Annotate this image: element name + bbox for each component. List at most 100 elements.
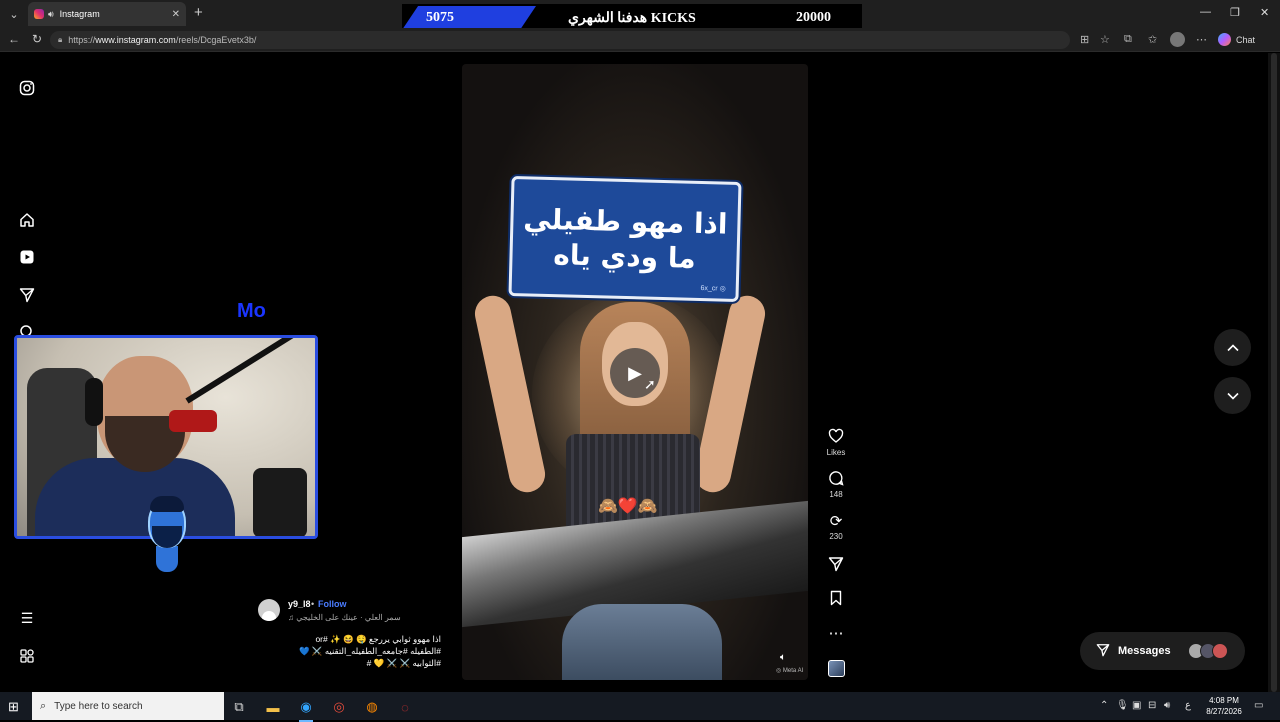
obs-icon[interactable]: ◌ xyxy=(394,696,416,718)
repost-action[interactable]: ⟳ 230 xyxy=(822,512,850,541)
new-tab-button[interactable]: + xyxy=(194,4,203,21)
share-icon[interactable] xyxy=(822,556,850,574)
favorite-star-icon[interactable]: ☆ xyxy=(1100,33,1110,46)
input-language-indicator[interactable]: ع xyxy=(1185,700,1191,711)
url-host: www.instagram.com xyxy=(95,35,176,45)
tab-close-icon[interactable]: ✕ xyxy=(172,9,180,20)
home-icon[interactable] xyxy=(18,211,36,229)
task-view-icon[interactable]: ⧉ xyxy=(228,696,250,718)
comments-count: 148 xyxy=(829,490,843,499)
volume-tray-icon[interactable]: 🔊︎ xyxy=(1164,700,1170,711)
network-icon[interactable]: ⊟ xyxy=(1148,700,1156,711)
window-close-button[interactable]: ✕ xyxy=(1260,6,1269,19)
microphone-icon[interactable]: 🎙︎ xyxy=(1116,700,1129,711)
messages-label: Messages xyxy=(1118,645,1171,657)
edge-icon[interactable]: ◉ xyxy=(295,696,317,722)
page-scrollbar[interactable] xyxy=(1268,53,1280,692)
volume-icon[interactable]: 🔈︎ xyxy=(780,652,786,663)
taskbar-search[interactable]: ⌕ Type here to search xyxy=(32,692,224,720)
reel-sign: اذا مهو طفيلي ما ودي ياه 6x_cr ◎ xyxy=(508,176,742,302)
author-username[interactable]: y9_l8 xyxy=(288,599,311,609)
message-avatar xyxy=(1212,643,1228,659)
tab-actions-icon[interactable]: ⌄ xyxy=(4,4,24,24)
banner-current-count: 5075 xyxy=(426,10,454,25)
mascot-avatar xyxy=(142,496,190,572)
windows-start-icon[interactable]: ⊞ xyxy=(8,699,19,715)
tray-chevron-up-icon[interactable]: ⌃ xyxy=(1100,700,1108,711)
mouse-cursor-icon: ➚ xyxy=(644,376,656,392)
next-reel-button[interactable] xyxy=(1214,377,1251,414)
more-icon[interactable] xyxy=(18,647,36,665)
maximize-button[interactable]: ❐ xyxy=(1230,6,1240,19)
caption-line: #الثوابيه ⚔️ ⚔️ 💛 # xyxy=(366,658,441,668)
audio-track-label[interactable]: سمر العلي · عينك على الخليجي ♫ xyxy=(288,613,401,622)
taskbar-search-placeholder: Type here to search xyxy=(54,700,143,712)
reposts-count: 230 xyxy=(829,532,843,541)
extensions-icon[interactable]: ⧉ xyxy=(1124,33,1132,46)
overlay-mo-text: Mo xyxy=(237,300,266,322)
profile-avatar[interactable] xyxy=(1170,32,1185,47)
menu-icon[interactable]: ☰ xyxy=(18,609,36,627)
lock-icon: 🔒︎ xyxy=(58,35,63,44)
browser-menu-icon[interactable]: ⋯ xyxy=(1196,33,1207,46)
banner-target-count: 20000 xyxy=(796,10,831,25)
reel-video[interactable]: اذا مهو طفيلي ما ودي ياه 6x_cr ◎ 🙈❤️🙈 ▶ … xyxy=(462,64,808,680)
windows-taskbar: ⊞ ⌕ Type here to search ⧉ ▬ ◉ ◎ ◍ ◌ ⌃ 🎙︎… xyxy=(0,692,1280,722)
sign-line-2: ما ودي ياه xyxy=(552,238,697,275)
reels-icon[interactable] xyxy=(18,248,36,266)
repost-icon[interactable]: ⟳ xyxy=(822,512,850,530)
favorites-icon[interactable]: ✩ xyxy=(1148,33,1157,46)
share-action[interactable] xyxy=(822,556,850,574)
refresh-button[interactable]: ↻ xyxy=(32,32,42,46)
bookmark-icon[interactable] xyxy=(822,590,850,608)
more-options-icon[interactable]: ⋯ xyxy=(822,624,850,642)
caption-line: #الطفيله #جامعه_الطفيله_التقنيه ⚔️ 💙 xyxy=(298,646,441,656)
reel-emojis: 🙈❤️🙈 xyxy=(598,498,658,515)
sign-line-1: اذا مهو طفيلي xyxy=(522,202,728,241)
speaker-icon[interactable]: 🔊︎ xyxy=(48,9,54,20)
meta-ai-watermark: ◎ Meta AI xyxy=(776,668,804,674)
clock-date: 8/27/2026 xyxy=(1206,707,1242,716)
minimize-button[interactable]: — xyxy=(1200,6,1211,18)
instagram-icon[interactable] xyxy=(18,79,36,97)
webcam-mic-stand xyxy=(253,468,307,536)
firefox-icon[interactable]: ◍ xyxy=(361,696,383,718)
author-avatar[interactable] xyxy=(258,599,280,621)
file-explorer-icon[interactable]: ▬ xyxy=(262,696,284,718)
send-icon[interactable] xyxy=(18,286,36,304)
comment-icon[interactable] xyxy=(822,470,850,488)
likes-label: Likes xyxy=(826,448,846,457)
chat-label: Chat xyxy=(1236,34,1256,45)
caption-line: اذا مهوو ثوابي يررجع 🤤 😆 ✨ #or xyxy=(315,634,441,644)
chrome-icon[interactable]: ◎ xyxy=(328,696,350,718)
save-action[interactable] xyxy=(822,590,850,608)
heart-icon[interactable] xyxy=(822,428,850,446)
sign-tag: 6x_cr ◎ xyxy=(700,284,726,293)
browser-tab-instagram[interactable]: 🔊︎ Instagram ✕ xyxy=(28,2,186,26)
address-bar[interactable]: 🔒︎ https://www.instagram.com/reels/DcgaE… xyxy=(50,31,1070,49)
mascot-hair xyxy=(150,496,184,512)
reel-jeans xyxy=(562,604,722,680)
comment-action[interactable]: 148 xyxy=(822,470,850,499)
follow-button[interactable]: Follow xyxy=(318,599,347,609)
copilot-chat-button[interactable]: Chat xyxy=(1218,33,1255,46)
chevron-down-icon xyxy=(1226,392,1239,400)
messages-button[interactable]: Messages xyxy=(1080,632,1245,670)
search-icon: ⌕ xyxy=(40,699,47,712)
display-icon[interactable]: ▣ xyxy=(1132,700,1141,711)
app-available-icon[interactable]: ⊞ xyxy=(1080,33,1089,46)
notifications-icon[interactable]: ▭ xyxy=(1254,700,1263,711)
tab-title: Instagram xyxy=(59,9,100,19)
banner-blue-shape xyxy=(402,6,536,30)
webcam-microphone xyxy=(169,410,217,432)
browser-toolbar: ← ↻ 🔒︎ https://www.instagram.com/reels/D… xyxy=(0,28,1280,52)
url-prefix: https:// xyxy=(68,35,96,45)
previous-reel-button[interactable] xyxy=(1214,329,1251,366)
back-button[interactable]: ← xyxy=(8,32,20,46)
audio-thumbnail[interactable] xyxy=(828,660,845,677)
like-action[interactable]: Likes xyxy=(822,428,850,457)
scrollbar-thumb[interactable] xyxy=(1271,53,1277,692)
clock-time: 4:08 PM xyxy=(1209,696,1239,705)
taskbar-clock[interactable]: 4:08 PM 8/27/2026 xyxy=(1198,695,1250,717)
more-options-action[interactable]: ⋯ xyxy=(822,624,850,642)
